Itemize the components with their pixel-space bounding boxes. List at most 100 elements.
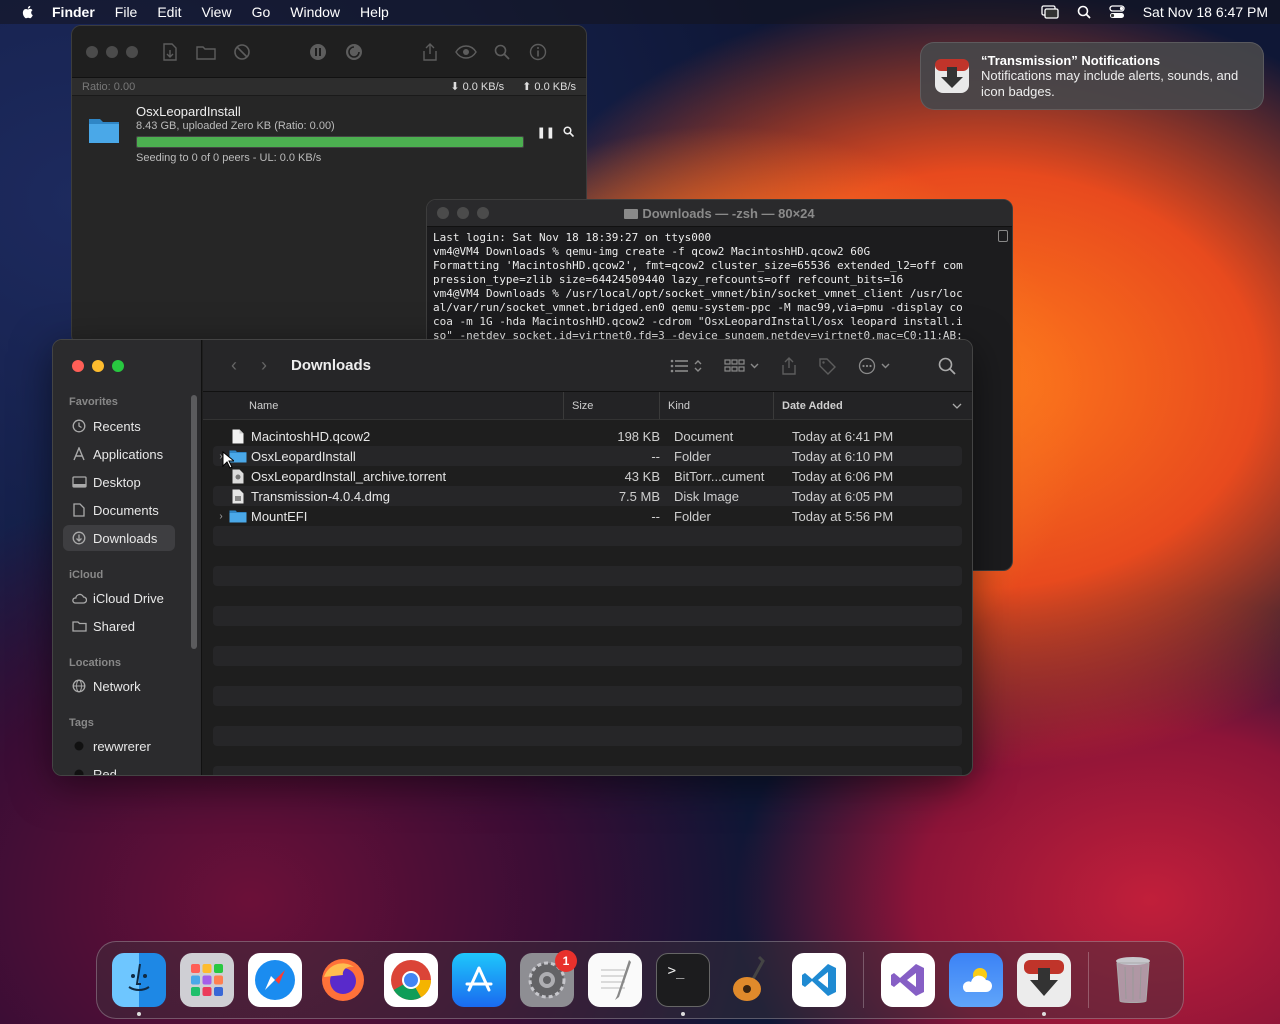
sidebar-item-label: Recents [93, 418, 141, 434]
minimize-button[interactable] [106, 45, 118, 58]
table-row[interactable]: › MountEFI -- Folder Today at 5:56 PM [213, 506, 962, 526]
empty-row [213, 526, 962, 546]
table-row[interactable]: › OsxLeopardInstall -- Folder Today at 6… [213, 446, 962, 466]
zoom-button[interactable] [126, 45, 138, 58]
menu-window[interactable]: Window [290, 4, 340, 20]
file-list: MacintoshHD.qcow2 198 KB Document Today … [203, 420, 972, 775]
share-icon[interactable] [782, 356, 796, 375]
group-by-icon[interactable] [724, 358, 760, 374]
sidebar-scrollbar[interactable] [191, 395, 197, 649]
sidebar-item-label: Documents [93, 502, 159, 518]
sidebar-tag-red[interactable]: Red [63, 761, 175, 775]
file-size: 198 KB [617, 428, 660, 444]
search-icon[interactable] [938, 357, 956, 375]
menu-view[interactable]: View [201, 4, 231, 20]
open-torrent-icon[interactable] [152, 40, 188, 64]
sidebar-item-shared[interactable]: Shared [63, 613, 175, 639]
torrent-row[interactable]: OsxLeopardInstall 8.43 GB, uploaded Zero… [72, 96, 586, 164]
sidebar-tag-rewwrerer[interactable]: rewwrerer [63, 733, 175, 759]
sidebar-item-documents[interactable]: Documents [63, 497, 175, 523]
table-row[interactable]: Transmission-4.0.4.dmg 7.5 MB Disk Image… [213, 486, 962, 506]
dock-item-weather[interactable] [946, 950, 1006, 1010]
back-chevron-icon[interactable]: ‹ [219, 355, 249, 376]
column-kind[interactable]: Kind [660, 392, 774, 419]
more-actions-icon[interactable] [858, 357, 892, 375]
dock-item-finder[interactable] [109, 950, 169, 1016]
menu-help[interactable]: Help [360, 4, 389, 20]
screen-mirroring-icon[interactable] [1041, 5, 1059, 19]
sidebar-item-desktop[interactable]: Desktop [63, 469, 175, 495]
dock-item-visual-studio[interactable] [878, 950, 938, 1010]
menu-go[interactable]: Go [252, 4, 271, 20]
dock-item-system-settings[interactable]: 1 [517, 950, 577, 1010]
close-button[interactable] [86, 45, 98, 58]
menu-edit[interactable]: Edit [157, 4, 181, 20]
close-button[interactable] [72, 360, 84, 372]
dock-item-transmission[interactable] [1014, 950, 1074, 1016]
dock-item-firefox[interactable] [313, 950, 373, 1010]
column-date-added[interactable]: Date Added [774, 392, 972, 419]
minimize-button[interactable] [457, 207, 469, 219]
empty-row [213, 646, 962, 666]
minimize-button[interactable] [92, 360, 104, 372]
sidebar-item-label: Shared [93, 618, 135, 634]
column-size[interactable]: Size [564, 392, 660, 419]
ratio-label[interactable]: Ratio: 0.00 [82, 81, 135, 93]
notification-banner[interactable]: “Transmission” Notifications Notificatio… [920, 42, 1264, 110]
dock-item-garageband[interactable] [721, 950, 781, 1010]
forward-chevron-icon[interactable]: › [249, 355, 279, 376]
table-row[interactable]: OsxLeopardInstall_archive.torrent 43 KB … [213, 466, 962, 486]
tag-icon[interactable] [818, 357, 836, 375]
menubar-clock[interactable]: Sat Nov 18 6:47 PM [1143, 4, 1268, 20]
dock-item-textedit[interactable] [585, 950, 645, 1010]
transmission-app-icon [933, 57, 971, 95]
pause-all-icon[interactable] [300, 40, 336, 64]
sidebar-item-recents[interactable]: Recents [63, 413, 175, 439]
share-icon[interactable] [412, 40, 448, 64]
dock-item-app-store[interactable] [449, 950, 509, 1010]
table-row[interactable]: MacintoshHD.qcow2 198 KB Document Today … [213, 426, 962, 446]
quick-look-icon[interactable] [448, 40, 484, 64]
terminal-scroll-indicator[interactable] [998, 230, 1008, 242]
column-name[interactable]: Name [203, 392, 564, 419]
list-view-icon[interactable] [670, 358, 702, 374]
dock-item-vscode[interactable] [789, 950, 849, 1010]
dock-item-trash[interactable] [1103, 950, 1163, 1010]
resume-all-icon[interactable] [336, 40, 372, 64]
info-icon[interactable] [520, 40, 556, 64]
disclosure-chevron-icon[interactable]: › [213, 511, 229, 522]
dock-separator [863, 952, 864, 1008]
control-center-icon[interactable] [1109, 5, 1125, 19]
dock-item-safari[interactable] [245, 950, 305, 1010]
sidebar-item-applications[interactable]: Applications [63, 441, 175, 467]
open-folder-icon[interactable] [188, 40, 224, 64]
sidebar-section-tags: Tags [69, 717, 94, 729]
file-date-added: Today at 6:41 PM [792, 428, 894, 444]
finder-window[interactable]: Favorites Recents Applications Desktop D… [52, 339, 973, 776]
reveal-search-icon[interactable] [563, 126, 575, 162]
pause-icon[interactable]: ❚❚ [537, 126, 555, 162]
empty-row [213, 586, 962, 606]
transmission-status-bar: Ratio: 0.00 ⬇ 0.0 KB/s ⬆ 0.0 KB/s [72, 78, 586, 96]
vscode-icon [792, 953, 846, 1007]
tag-dot-icon [71, 741, 87, 751]
sidebar-item-network[interactable]: Network [63, 673, 175, 699]
zoom-button[interactable] [112, 360, 124, 372]
menu-app-name[interactable]: Finder [52, 4, 95, 20]
remove-torrent-icon[interactable] [224, 40, 260, 64]
dock-item-chrome[interactable] [381, 950, 441, 1010]
file-date-added: Today at 6:05 PM [792, 488, 894, 504]
progress-fill [137, 137, 523, 147]
close-button[interactable] [437, 207, 449, 219]
sidebar-item-downloads[interactable]: Downloads [63, 525, 175, 551]
dock-item-launchpad[interactable] [177, 950, 237, 1010]
apple-icon[interactable] [20, 4, 36, 20]
spotlight-search-icon[interactable] [1077, 5, 1091, 19]
filter-search-icon[interactable] [484, 40, 520, 64]
dock-item-terminal[interactable]: >_ [653, 950, 713, 1016]
sidebar-item-label: Network [93, 678, 141, 694]
document-icon [71, 503, 87, 517]
menu-file[interactable]: File [115, 4, 138, 20]
sidebar-item-icloud-drive[interactable]: iCloud Drive [63, 585, 175, 611]
zoom-button[interactable] [477, 207, 489, 219]
